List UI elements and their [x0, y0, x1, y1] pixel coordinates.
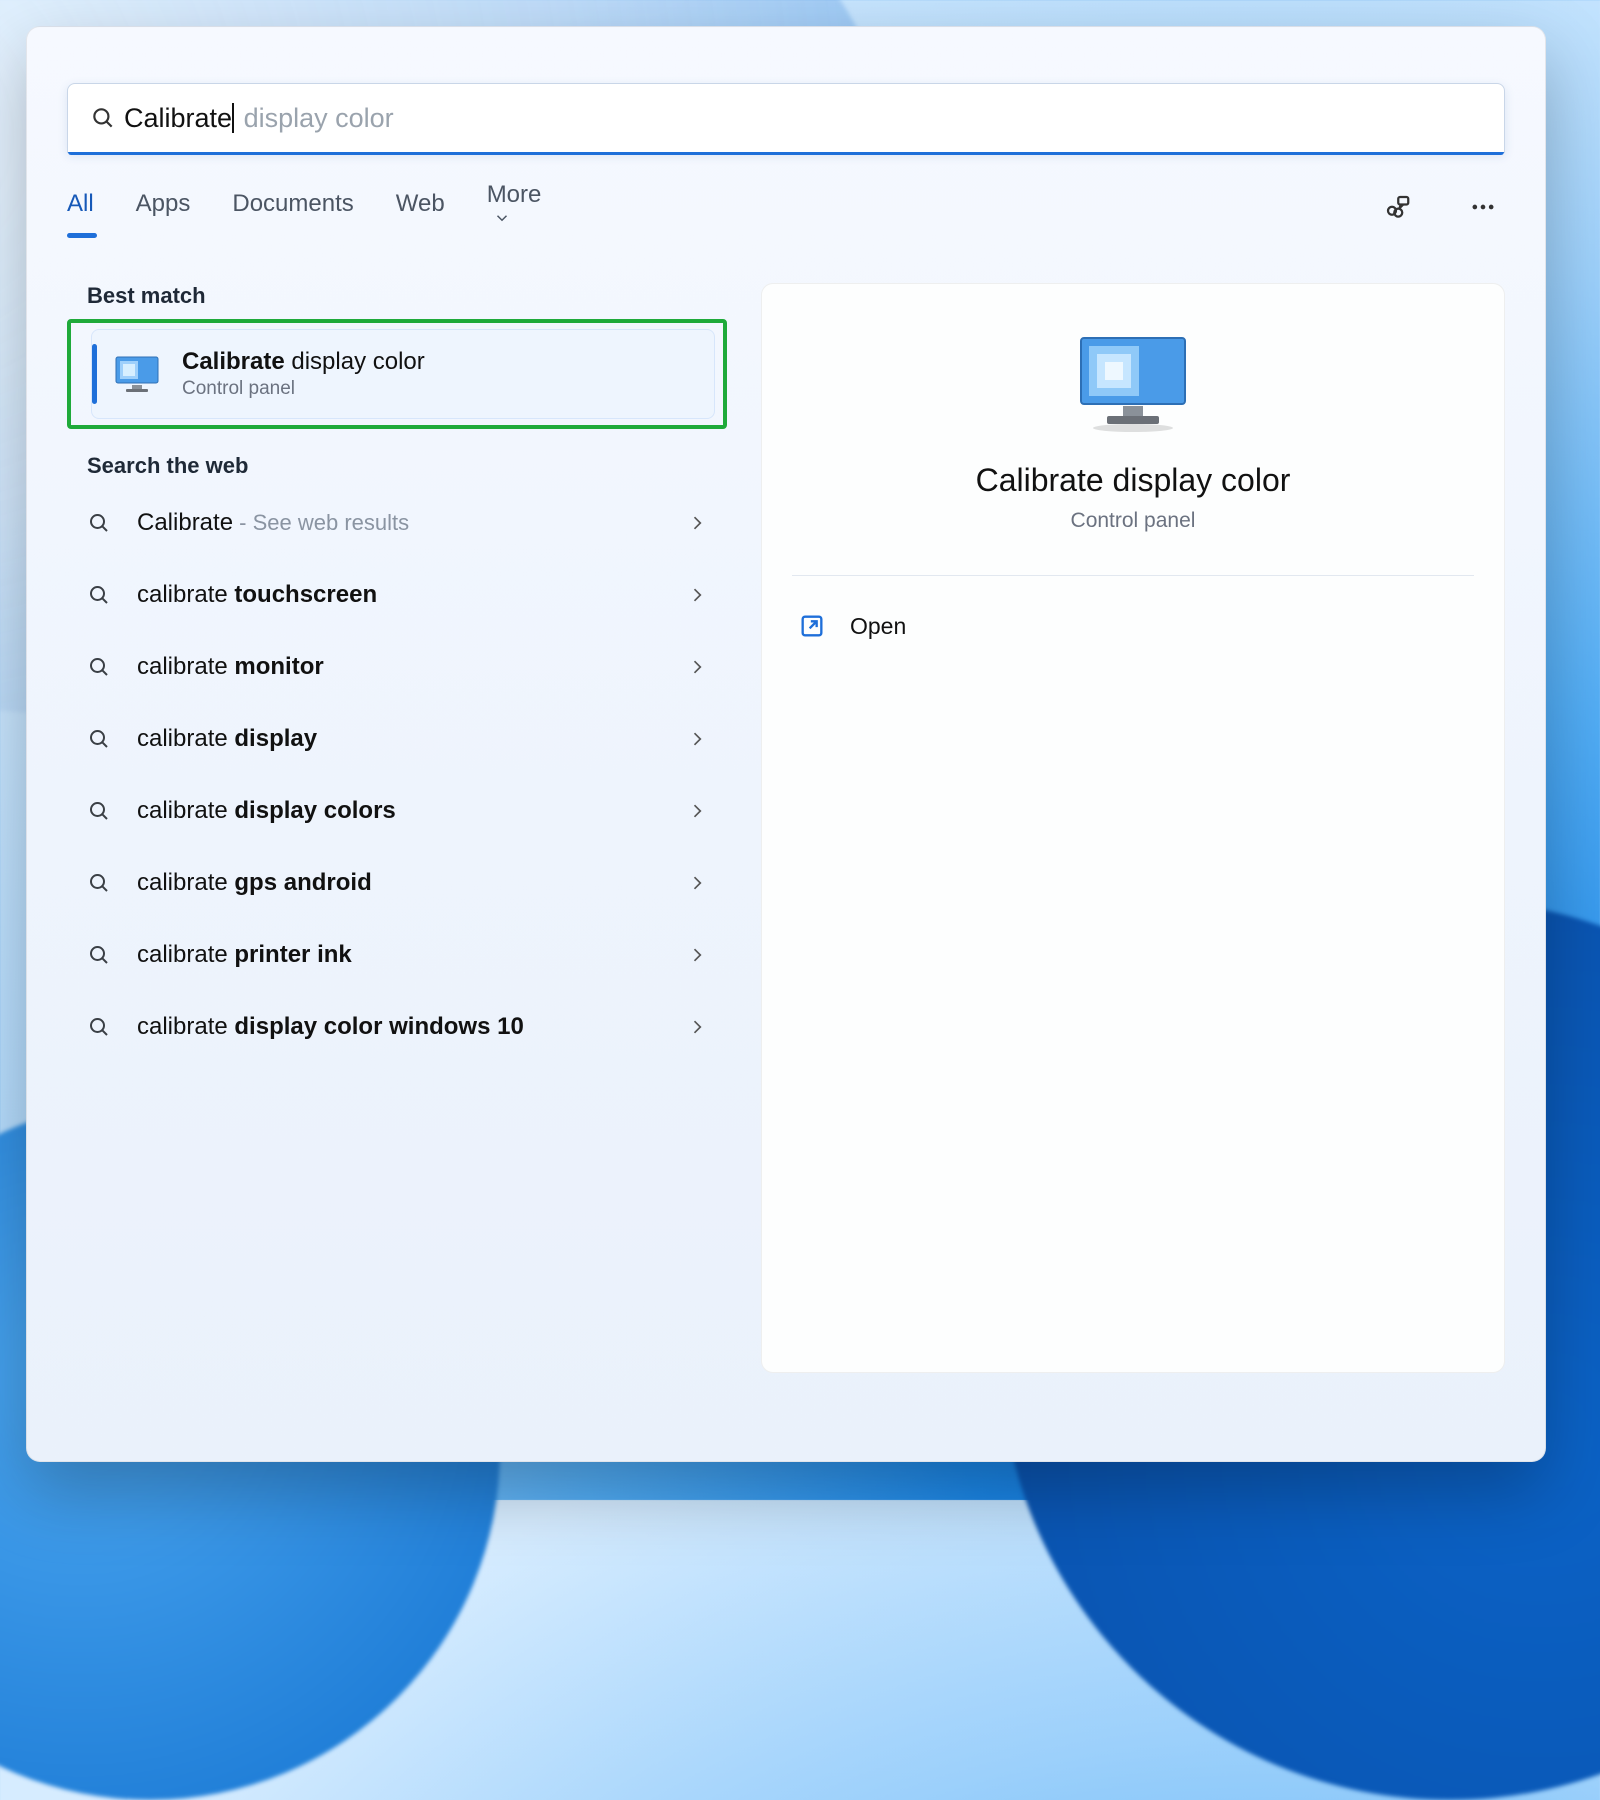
tab-documents[interactable]: Documents: [232, 190, 353, 224]
web-result[interactable]: calibrate monitor: [67, 631, 727, 703]
web-result[interactable]: calibrate display: [67, 703, 727, 775]
search-icon: [87, 511, 115, 535]
preview-pane: Calibrate display color Control panel Op…: [761, 283, 1505, 1373]
web-result-text: Calibrate - See web results: [137, 509, 409, 537]
web-result[interactable]: calibrate display color windows 10: [67, 991, 727, 1063]
search-icon: [87, 943, 115, 967]
preview-subtitle: Control panel: [792, 509, 1474, 533]
search-icon: [87, 871, 115, 895]
best-match-title-bold: Calibrate: [182, 348, 285, 375]
chevron-right-icon: [687, 585, 707, 605]
search-icon: [87, 727, 115, 751]
tab-more[interactable]: More: [487, 181, 542, 233]
search-typed: Calibrate: [124, 103, 232, 133]
web-result-text: calibrate display: [137, 725, 317, 753]
ellipsis-icon: [1469, 193, 1497, 221]
search-icon: [87, 583, 115, 607]
filter-tabs: All Apps Documents Web More: [67, 181, 1505, 233]
search-input[interactable]: Calibrate display color: [67, 83, 1505, 153]
tab-apps[interactable]: Apps: [136, 190, 191, 224]
action-open-label: Open: [850, 613, 906, 640]
chevron-right-icon: [687, 513, 707, 533]
web-result-text: calibrate display colors: [137, 797, 396, 825]
web-result[interactable]: calibrate gps android: [67, 847, 727, 919]
web-result-text: calibrate display color windows 10: [137, 1013, 524, 1041]
web-result-text: calibrate printer ink: [137, 941, 352, 969]
chat-icon: [1382, 192, 1412, 222]
best-match-subtitle: Control panel: [182, 378, 425, 400]
search-icon: [87, 1015, 115, 1039]
divider: [792, 575, 1474, 576]
open-external-icon: [798, 612, 830, 640]
tab-all[interactable]: All: [67, 190, 94, 224]
preview-title: Calibrate display color: [792, 462, 1474, 499]
web-result-text: calibrate touchscreen: [137, 581, 377, 609]
tab-more-label: More: [487, 181, 542, 208]
chevron-right-icon: [687, 945, 707, 965]
chevron-right-icon: [687, 1017, 707, 1037]
chevron-right-icon: [687, 729, 707, 749]
chevron-down-icon: [493, 209, 511, 227]
best-match-header: Best match: [87, 283, 727, 309]
chat-icon-button[interactable]: [1375, 185, 1419, 229]
web-result[interactable]: calibrate touchscreen: [67, 559, 727, 631]
chevron-right-icon: [687, 801, 707, 821]
web-result[interactable]: calibrate printer ink: [67, 919, 727, 991]
best-match-title: Calibrate display color: [182, 348, 425, 376]
preview-monitor-icon: [792, 332, 1474, 434]
web-result[interactable]: Calibrate - See web results: [67, 487, 727, 559]
tab-web[interactable]: Web: [396, 190, 445, 224]
action-open[interactable]: Open: [792, 594, 1474, 658]
search-web-header: Search the web: [87, 453, 727, 479]
search-query: Calibrate display color: [124, 103, 394, 134]
best-match-title-rest: display color: [285, 348, 425, 375]
search-icon: [87, 655, 115, 679]
search-icon: [87, 799, 115, 823]
annotation-highlight: Calibrate display color Control panel: [67, 319, 727, 429]
web-result-text: calibrate gps android: [137, 869, 372, 897]
chevron-right-icon: [687, 873, 707, 893]
monitor-icon: [114, 354, 160, 394]
more-options-button[interactable]: [1461, 185, 1505, 229]
search-autocomplete: display color: [236, 103, 394, 133]
search-icon: [90, 105, 124, 131]
results-column: Best match Calibrate d: [67, 283, 727, 1063]
web-result[interactable]: calibrate display colors: [67, 775, 727, 847]
search-panel: Calibrate display color All Apps Documen…: [26, 26, 1546, 1462]
chevron-right-icon: [687, 657, 707, 677]
best-match-result[interactable]: Calibrate display color Control panel: [91, 329, 715, 419]
text-caret: [232, 103, 234, 133]
web-result-text: calibrate monitor: [137, 653, 324, 681]
